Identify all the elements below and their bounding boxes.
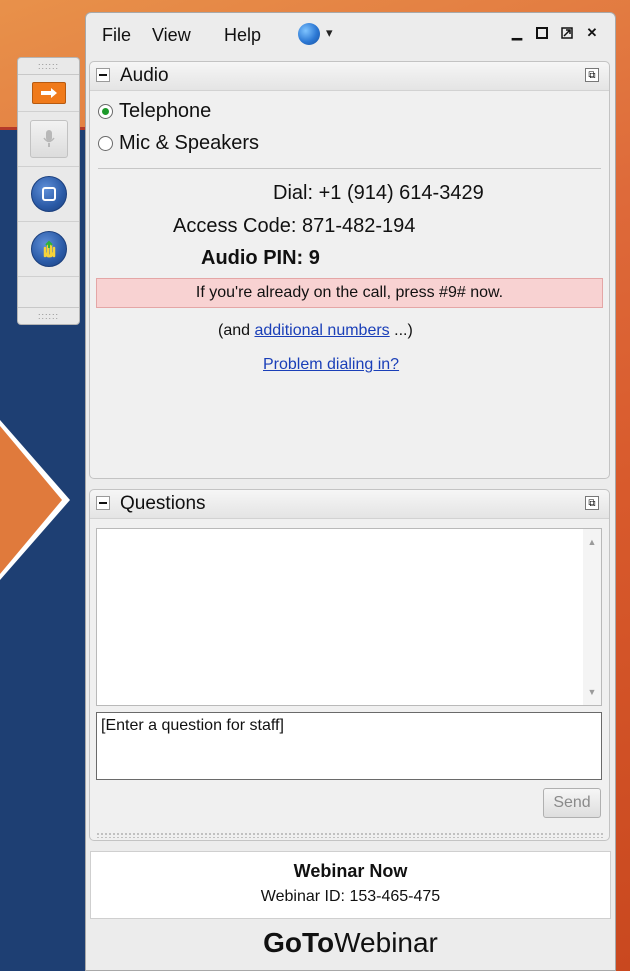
minimize-icon[interactable]: ▁ [509, 25, 525, 41]
maximize-icon[interactable] [534, 25, 550, 41]
question-input[interactable]: [Enter a question for staff] [96, 712, 602, 780]
resize-grip[interactable] [96, 832, 603, 838]
control-panel-window: File View Help ▾ ▁ ✕ Audio ⧉ Telephone M… [85, 12, 616, 971]
audio-panel: Audio ⧉ Telephone Mic & Speakers Dial: +… [89, 61, 610, 479]
toolbar-screen [18, 167, 79, 222]
collapse-questions-icon[interactable] [96, 496, 110, 510]
questions-panel: Questions ⧉ ▲ ▼ [Enter a question for st… [89, 489, 610, 841]
audio-panel-header: Audio ⧉ [90, 62, 609, 91]
webinar-name: Webinar Now [293, 861, 408, 881]
audio-pin-value: 9 [308, 247, 320, 269]
menu-bar: File View Help ▾ ▁ ✕ [86, 13, 615, 57]
questions-scrollbar[interactable]: ▲ ▼ [583, 529, 601, 705]
webinar-info: Webinar Now Webinar ID: 153-465-475 [90, 851, 611, 919]
toolbar-show-hide [18, 75, 79, 112]
radio-selected-icon[interactable] [98, 104, 113, 119]
menu-view[interactable]: View [152, 25, 191, 46]
logo-light-part: Webinar [334, 927, 438, 958]
menu-help[interactable]: Help [224, 25, 261, 46]
questions-log[interactable]: ▲ ▼ [96, 528, 602, 706]
send-button[interactable]: Send [543, 788, 601, 818]
raise-hand-icon[interactable] [30, 231, 67, 267]
chevron-down-icon[interactable]: ▾ [326, 25, 333, 41]
audio-pin-row: Audio PIN: 9 [201, 247, 320, 270]
toolbar-grip-bottom[interactable]: :::::: [18, 307, 79, 324]
scroll-down-icon[interactable]: ▼ [583, 683, 601, 701]
mic-speakers-label: Mic & Speakers [119, 132, 260, 154]
questions-panel-title: Questions [120, 493, 206, 514]
radio-telephone[interactable]: Telephone [98, 100, 211, 123]
telephone-label: Telephone [119, 100, 212, 122]
menu-file[interactable]: File [102, 25, 131, 46]
radio-mic-speakers[interactable]: Mic & Speakers [98, 132, 259, 155]
questions-panel-header: Questions ⧉ [90, 490, 609, 519]
radio-unselected-icon[interactable] [98, 136, 113, 151]
background-chevron [0, 420, 70, 580]
audio-panel-title: Audio [120, 65, 169, 86]
already-on-call-alert: If you're already on the call, press #9#… [96, 278, 603, 308]
access-code-label: Access Code: [173, 215, 297, 237]
collapse-audio-icon[interactable] [96, 68, 110, 82]
close-icon[interactable]: ✕ [584, 25, 600, 41]
logo-bold-part: GoTo [263, 927, 335, 958]
access-code-value: 871-482-194 [301, 215, 416, 237]
additional-numbers-link[interactable]: additional numbers [254, 322, 389, 339]
toolbar-raise-hand [18, 222, 79, 277]
additional-suffix: ...) [394, 322, 413, 339]
screen-share-icon[interactable] [30, 176, 67, 212]
gotowebinar-logo: GoToWebinar [86, 927, 615, 959]
restore-icon[interactable] [559, 25, 575, 41]
grab-tab-toolbar: :::::: :::::: [17, 57, 80, 325]
toolbar-grip-top[interactable]: :::::: [18, 58, 79, 75]
microphone-icon[interactable] [29, 120, 68, 158]
additional-numbers-row: (and additional numbers ...) [218, 322, 413, 340]
dial-number: +1 (914) 614-3429 [318, 182, 484, 204]
toolbar-mic [18, 112, 79, 167]
dial-label: Dial: [273, 182, 314, 204]
dial-row: Dial: +1 (914) 614-3429 [273, 182, 484, 205]
popout-questions-icon[interactable]: ⧉ [585, 496, 599, 510]
additional-prefix: (and [218, 322, 251, 339]
audio-pin-label: Audio PIN: [201, 247, 304, 269]
globe-icon[interactable] [298, 23, 320, 45]
scroll-up-icon[interactable]: ▲ [583, 533, 601, 551]
popout-audio-icon[interactable]: ⧉ [585, 68, 599, 82]
access-code-row: Access Code: 871-482-194 [173, 215, 415, 238]
webinar-id-value: 153-465-475 [349, 888, 441, 905]
webinar-id-row: Webinar ID: 153-465-475 [91, 888, 610, 906]
problem-dialing-link[interactable]: Problem dialing in? [263, 356, 399, 374]
webinar-id-label: Webinar ID: [260, 888, 345, 905]
divider [98, 168, 601, 169]
arrow-right-icon[interactable] [31, 82, 66, 104]
